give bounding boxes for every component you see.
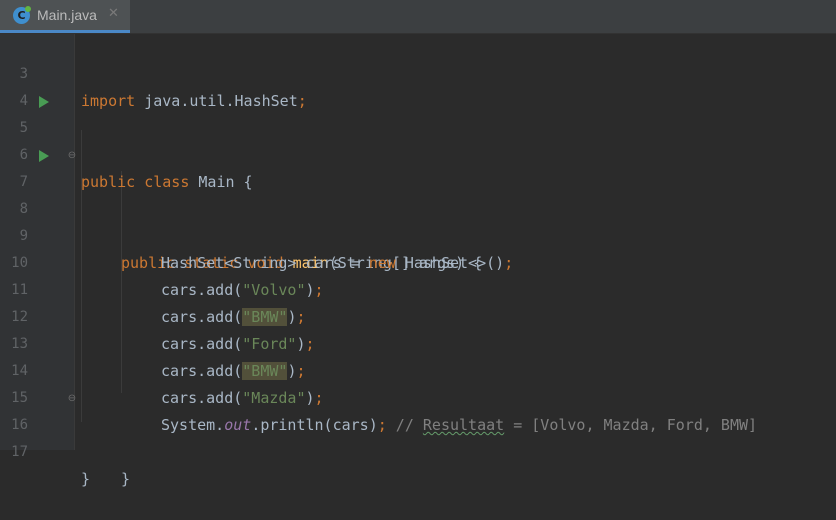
tab-label: Main.java (37, 7, 97, 23)
code-line: 6 (0, 115, 836, 163)
tab-main-java[interactable]: C Main.java ✕ (0, 0, 130, 33)
code-text: } (81, 470, 91, 488)
code-line: 4 (0, 61, 836, 109)
code-line: 8 (0, 169, 836, 217)
code-line: 10 cars.add("Volvo"); (0, 223, 836, 299)
fold-end-icon[interactable]: ⊖ (67, 394, 77, 404)
code-line: 11 cars.add("BMW"); (0, 250, 836, 326)
code-line: 7 ⊖ public static void main(String[] arg… (0, 142, 836, 272)
close-icon[interactable]: ✕ (108, 6, 119, 21)
code-line: 15 System.out.println(cars); // Resultaa… (0, 358, 836, 434)
run-icon[interactable] (39, 96, 49, 108)
code-line: 17 } (0, 412, 836, 488)
line-number: 17 (11, 444, 28, 460)
code-text: } (121, 470, 131, 488)
java-class-icon: C (13, 6, 31, 24)
code-line: 14 cars.add("Mazda"); (0, 331, 836, 407)
code-line: 16 ⊖ } (0, 385, 836, 489)
code-line: 13 cars.add("BMW"); (0, 304, 836, 380)
fold-icon[interactable]: ⊖ (67, 151, 77, 161)
code-line: 9 HashSet<String> cars = new HashSet<>()… (0, 196, 836, 272)
code-line: 5 public class Main { (0, 88, 836, 191)
editor-tab-bar: C Main.java ✕ (0, 0, 836, 34)
code-line: 3 import java.util.HashSet; (0, 34, 836, 110)
code-line: 12 cars.add("Ford"); (0, 277, 836, 353)
run-icon[interactable] (39, 150, 49, 162)
